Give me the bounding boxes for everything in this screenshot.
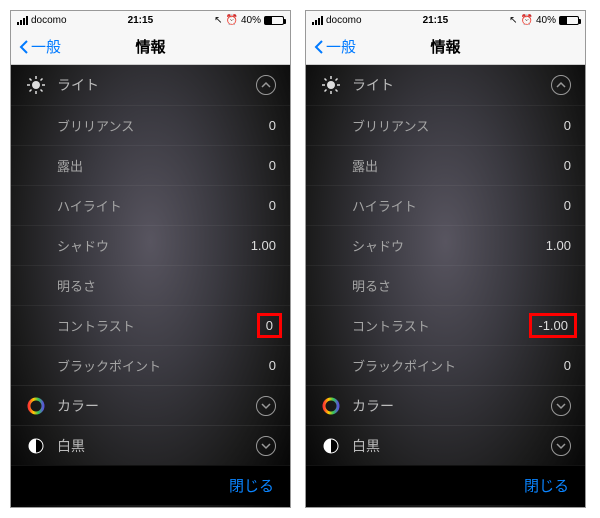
- row-brightness[interactable]: 明るさ: [11, 265, 290, 305]
- content-area: ライト ブリリアンス0 露出0 ハイライト0 シャドウ1.00 明るさ コントラ…: [306, 65, 585, 507]
- chevron-left-icon: [19, 39, 29, 55]
- clock-label: 21:15: [128, 15, 154, 26]
- close-button[interactable]: 閉じる: [229, 475, 274, 496]
- signal-icon: [312, 16, 323, 25]
- contrast-value-highlight: -1.00: [529, 313, 577, 338]
- chevron-down-icon: [256, 436, 276, 456]
- footer: 閉じる: [11, 465, 290, 505]
- nav-bar: 一般 情報: [306, 29, 585, 65]
- section-light[interactable]: ライト: [306, 65, 585, 105]
- carrier-label: docomo: [326, 15, 362, 26]
- location-icon: ↖: [214, 15, 222, 26]
- signal-icon: [17, 16, 28, 25]
- back-label: 一般: [326, 36, 356, 57]
- row-exposure[interactable]: 露出0: [11, 145, 290, 185]
- nav-bar: 一般 情報: [11, 29, 290, 65]
- color-wheel-icon: [320, 397, 342, 415]
- back-label: 一般: [31, 36, 61, 57]
- color-label: カラー: [57, 396, 99, 416]
- row-highlights[interactable]: ハイライト0: [306, 185, 585, 225]
- clock-label: 21:15: [423, 15, 449, 26]
- bw-label: 白黒: [352, 436, 380, 456]
- row-blackpoint[interactable]: ブラックポイント0: [306, 345, 585, 385]
- chevron-up-icon: [551, 75, 571, 95]
- row-blackpoint[interactable]: ブラックポイント0: [11, 345, 290, 385]
- row-brilliance[interactable]: ブリリアンス0: [11, 105, 290, 145]
- row-brightness[interactable]: 明るさ: [306, 265, 585, 305]
- battery-icon: [264, 16, 284, 25]
- carrier-label: docomo: [31, 15, 67, 26]
- phone-left: docomo 21:15 ↖ ⏰ 40% 一般 情報 ライト ブリリアンス0 露…: [10, 10, 291, 508]
- chevron-up-icon: [256, 75, 276, 95]
- back-button[interactable]: 一般: [19, 36, 61, 57]
- section-color[interactable]: カラー: [11, 385, 290, 425]
- section-light[interactable]: ライト: [11, 65, 290, 105]
- section-bw[interactable]: 白黒: [306, 425, 585, 465]
- section-color[interactable]: カラー: [306, 385, 585, 425]
- row-brilliance[interactable]: ブリリアンス0: [306, 105, 585, 145]
- color-label: カラー: [352, 396, 394, 416]
- alarm-icon: ⏰: [226, 15, 238, 26]
- half-circle-icon: [320, 437, 342, 455]
- row-shadows[interactable]: シャドウ1.00: [11, 225, 290, 265]
- row-shadows[interactable]: シャドウ1.00: [306, 225, 585, 265]
- chevron-down-icon: [551, 436, 571, 456]
- row-contrast[interactable]: コントラスト0: [11, 305, 290, 345]
- close-button[interactable]: 閉じる: [524, 475, 569, 496]
- chevron-down-icon: [256, 396, 276, 416]
- row-contrast[interactable]: コントラスト-1.00: [306, 305, 585, 345]
- row-exposure[interactable]: 露出0: [306, 145, 585, 185]
- footer: 閉じる: [306, 465, 585, 505]
- back-button[interactable]: 一般: [314, 36, 356, 57]
- status-bar: docomo 21:15 ↖ ⏰ 40%: [11, 11, 290, 29]
- contrast-value-highlight: 0: [257, 313, 282, 338]
- brightness-icon: [25, 76, 47, 94]
- color-wheel-icon: [25, 397, 47, 415]
- section-bw[interactable]: 白黒: [11, 425, 290, 465]
- battery-pct: 40%: [241, 15, 261, 26]
- chevron-down-icon: [551, 396, 571, 416]
- battery-pct: 40%: [536, 15, 556, 26]
- battery-icon: [559, 16, 579, 25]
- bw-label: 白黒: [57, 436, 85, 456]
- status-bar: docomo 21:15 ↖ ⏰ 40%: [306, 11, 585, 29]
- location-icon: ↖: [509, 15, 517, 26]
- light-label: ライト: [352, 75, 394, 95]
- brightness-icon: [320, 76, 342, 94]
- row-highlights[interactable]: ハイライト0: [11, 185, 290, 225]
- half-circle-icon: [25, 437, 47, 455]
- chevron-left-icon: [314, 39, 324, 55]
- alarm-icon: ⏰: [521, 15, 533, 26]
- light-label: ライト: [57, 75, 99, 95]
- content-area: ライト ブリリアンス0 露出0 ハイライト0 シャドウ1.00 明るさ コントラ…: [11, 65, 290, 507]
- phone-right: docomo 21:15 ↖ ⏰ 40% 一般 情報 ライト ブリリアンス0 露…: [305, 10, 586, 508]
